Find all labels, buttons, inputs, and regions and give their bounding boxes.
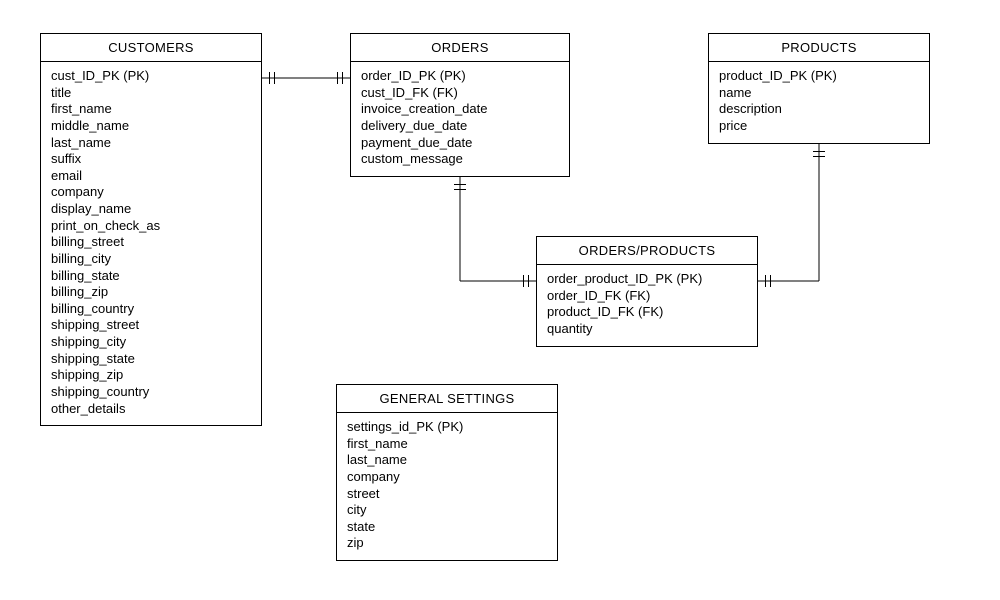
field: billing_city [51,251,251,268]
entity-general-settings: GENERAL SETTINGSsettings_id_PK (PK)first… [336,384,558,561]
field: shipping_city [51,334,251,351]
field: shipping_street [51,317,251,334]
field: cust_ID_FK (FK) [361,85,559,102]
field: middle_name [51,118,251,135]
field: company [347,469,547,486]
field: cust_ID_PK (PK) [51,68,251,85]
field: billing_state [51,268,251,285]
field: email [51,168,251,185]
field: suffix [51,151,251,168]
field: company [51,184,251,201]
field: last_name [51,135,251,152]
field: first_name [51,101,251,118]
field: order_ID_FK (FK) [547,288,747,305]
entity-fields: settings_id_PK (PK)first_namelast_nameco… [337,413,557,560]
field: display_name [51,201,251,218]
field: product_ID_FK (FK) [547,304,747,321]
entity-fields: order_product_ID_PK (PK)order_ID_FK (FK)… [537,265,757,346]
field: shipping_state [51,351,251,368]
entity-customers: CUSTOMERScust_ID_PK (PK)titlefirst_namem… [40,33,262,426]
field: description [719,101,919,118]
entity-fields: order_ID_PK (PK)cust_ID_FK (FK)invoice_c… [351,62,569,176]
entity-fields: cust_ID_PK (PK)titlefirst_namemiddle_nam… [41,62,261,425]
field: last_name [347,452,547,469]
field: billing_zip [51,284,251,301]
field: price [719,118,919,135]
field: billing_country [51,301,251,318]
field: order_product_ID_PK (PK) [547,271,747,288]
entity-title: PRODUCTS [709,34,929,62]
field: custom_message [361,151,559,168]
field: other_details [51,401,251,418]
field: billing_street [51,234,251,251]
field: product_ID_PK (PK) [719,68,919,85]
entity-title: ORDERS [351,34,569,62]
field: quantity [547,321,747,338]
field: invoice_creation_date [361,101,559,118]
entity-orders: ORDERSorder_ID_PK (PK)cust_ID_FK (FK)inv… [350,33,570,177]
entity-title: GENERAL SETTINGS [337,385,557,413]
field: shipping_zip [51,367,251,384]
field: street [347,486,547,503]
entity-fields: product_ID_PK (PK)namedescriptionprice [709,62,929,143]
entity-products: PRODUCTSproduct_ID_PK (PK)namedescriptio… [708,33,930,144]
field: first_name [347,436,547,453]
field: name [719,85,919,102]
field: settings_id_PK (PK) [347,419,547,436]
entity-orders-products: ORDERS/PRODUCTSorder_product_ID_PK (PK)o… [536,236,758,347]
field: state [347,519,547,536]
field: payment_due_date [361,135,559,152]
field: order_ID_PK (PK) [361,68,559,85]
field: delivery_due_date [361,118,559,135]
er-diagram-canvas: CUSTOMERScust_ID_PK (PK)titlefirst_namem… [0,0,1000,600]
field: zip [347,535,547,552]
field: city [347,502,547,519]
field: print_on_check_as [51,218,251,235]
entity-title: CUSTOMERS [41,34,261,62]
field: shipping_country [51,384,251,401]
entity-title: ORDERS/PRODUCTS [537,237,757,265]
field: title [51,85,251,102]
